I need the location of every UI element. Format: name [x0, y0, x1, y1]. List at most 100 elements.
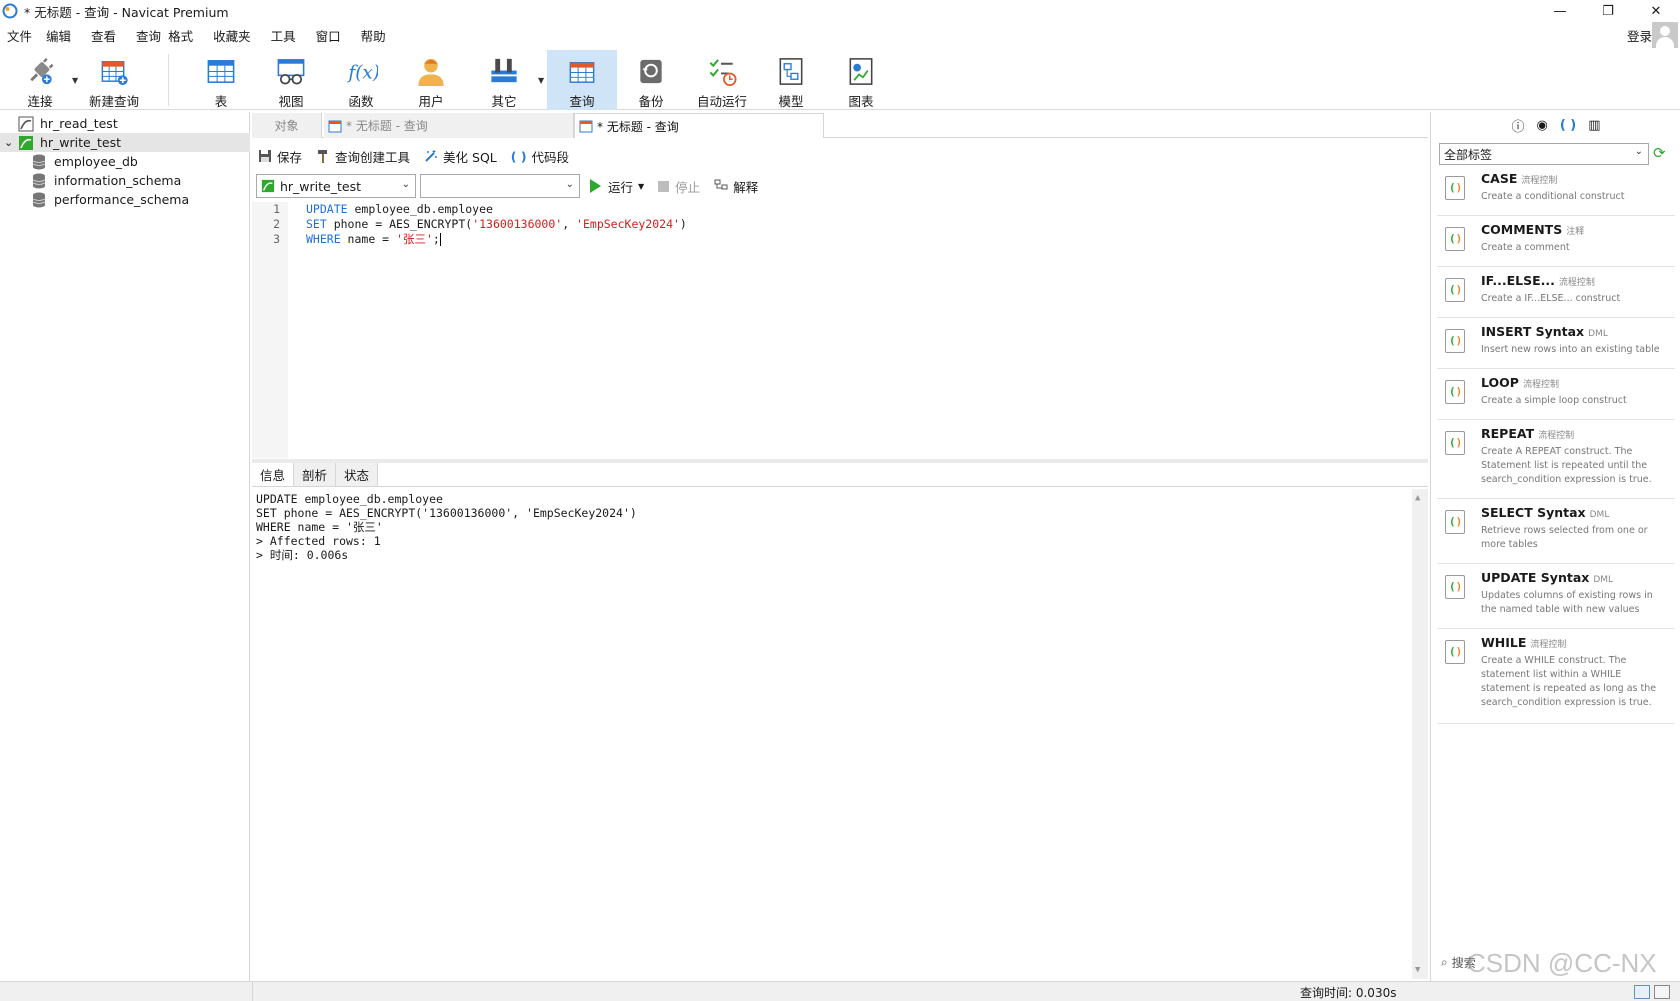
- menu-window[interactable]: 窗口: [309, 26, 348, 45]
- function-button[interactable]: f(x) 函数: [327, 50, 395, 110]
- connect-button[interactable]: 连接: [6, 50, 74, 110]
- run-button[interactable]: 运行 ▼: [590, 177, 644, 196]
- restore-button[interactable]: ❐: [1584, 0, 1632, 22]
- snippet-item[interactable]: () LOOP 流程控制 Create a simple loop constru…: [1437, 372, 1675, 420]
- view-button[interactable]: 视图: [257, 50, 325, 110]
- snippet-item[interactable]: () REPEAT 流程控制 Create A REPEAT construct.…: [1437, 423, 1675, 499]
- snippet-name: LOOP: [1481, 375, 1519, 390]
- stop-icon: [658, 180, 670, 192]
- user-avatar-icon[interactable]: [1652, 22, 1678, 48]
- snippet-item[interactable]: () COMMENTS 注释 Create a comment: [1437, 219, 1675, 267]
- info-icon[interactable]: ⓘ: [1511, 116, 1524, 135]
- query-builder-button[interactable]: 查询创建工具: [316, 147, 410, 166]
- tab-query-2[interactable]: * 无标题 - 查询: [574, 113, 824, 138]
- tab-message[interactable]: 信息: [252, 463, 295, 486]
- connection-hr-read-test[interactable]: hr_read_test: [0, 114, 250, 133]
- svg-text:f(x): f(x): [346, 62, 378, 83]
- backup-button[interactable]: 备份: [617, 50, 685, 110]
- run-label: 运行: [608, 179, 634, 195]
- database-employee-db[interactable]: employee_db: [0, 152, 250, 171]
- single-view-icon[interactable]: [1654, 985, 1670, 999]
- others-dropdown-arrow-icon[interactable]: ▼: [538, 76, 544, 85]
- menu-edit[interactable]: 编辑: [39, 26, 78, 45]
- beautify-sql-button[interactable]: 美化 SQL: [424, 147, 497, 166]
- refresh-icon[interactable]: ⟳: [1653, 144, 1675, 164]
- menu-help[interactable]: 帮助: [354, 26, 393, 45]
- snippet-item[interactable]: () IF...ELSE... 流程控制 Create a IF...ELSE..…: [1437, 270, 1675, 318]
- tab-status[interactable]: 状态: [336, 463, 379, 486]
- tab-profile[interactable]: 剖析: [294, 463, 337, 486]
- close-button[interactable]: ✕: [1632, 0, 1680, 22]
- line-number-gutter: 1 2 3: [252, 202, 288, 458]
- code-snippet-icon[interactable]: ( ): [1560, 118, 1576, 133]
- layout-icon[interactable]: ▥: [1588, 118, 1600, 133]
- scroll-down-icon[interactable]: ▼: [1415, 965, 1420, 975]
- database-label: information_schema: [54, 173, 182, 188]
- snippet-desc: Create a comment: [1481, 242, 1570, 253]
- explain-button[interactable]: 解释: [714, 177, 758, 196]
- menu-query[interactable]: 查询: [129, 26, 168, 45]
- split-view-icon[interactable]: [1634, 985, 1650, 999]
- snippet-item[interactable]: () INSERT Syntax DML Insert new rows into…: [1437, 321, 1675, 369]
- tab-query-1[interactable]: * 无标题 - 查询: [324, 113, 574, 138]
- scroll-up-icon[interactable]: ▲: [1415, 493, 1420, 503]
- function-label: 函数: [348, 94, 374, 109]
- database-icon: [32, 154, 46, 169]
- menu-tools[interactable]: 工具: [264, 26, 303, 45]
- result-line: > 时间: 0.006s: [256, 548, 349, 562]
- snippet-item[interactable]: () UPDATE Syntax DML Updates columns of e…: [1437, 567, 1675, 629]
- chevron-down-icon[interactable]: ⌄: [0, 136, 18, 149]
- sql-code[interactable]: UPDATE employee_db.employee SET phone = …: [306, 202, 687, 247]
- minimize-button[interactable]: —: [1536, 0, 1584, 22]
- sql-text: employee_db.employee: [347, 202, 493, 216]
- tag-filter-select[interactable]: 全部标签 ⌄: [1439, 143, 1649, 165]
- save-button[interactable]: 保存: [258, 147, 302, 166]
- menu-file[interactable]: 文件: [0, 26, 39, 45]
- sql-editor[interactable]: 1 2 3 UPDATE employee_db.employee SET ph…: [252, 202, 1428, 458]
- line-number: 2: [273, 217, 280, 231]
- snippet-tag: 流程控制: [1522, 380, 1559, 390]
- connection-hr-write-test[interactable]: ⌄ hr_write_test: [0, 133, 250, 152]
- snippet-file-icon: (): [1445, 176, 1465, 200]
- database-information-schema[interactable]: information_schema: [0, 171, 250, 190]
- snippet-label: 代码段: [531, 149, 570, 165]
- snippet-item[interactable]: () WHILE 流程控制 Create a WHILE construct. T…: [1437, 632, 1675, 724]
- menu-favorites[interactable]: 收藏夹: [206, 26, 258, 45]
- play-icon: [590, 179, 601, 193]
- snippet-tag: 流程控制: [1521, 176, 1558, 186]
- database-performance-schema[interactable]: performance_schema: [0, 190, 250, 209]
- chart-button[interactable]: 图表: [827, 50, 895, 110]
- vertical-scrollbar[interactable]: ▲ ▼: [1412, 489, 1428, 979]
- connection-label: hr_read_test: [40, 116, 118, 131]
- sql-text: phone = AES_ENCRYPT(: [326, 217, 473, 231]
- user-icon: [418, 58, 444, 87]
- tab-objects[interactable]: 对象: [252, 113, 322, 138]
- new-query-button[interactable]: 新建查询: [82, 50, 146, 110]
- table-button[interactable]: 表: [187, 50, 255, 110]
- snippet-tag: 流程控制: [1538, 431, 1575, 441]
- menu-view[interactable]: 查看: [84, 26, 123, 45]
- snippet-file-icon: (): [1445, 640, 1465, 664]
- query-tab-icon: [328, 120, 342, 132]
- database-icon: [32, 192, 46, 207]
- model-button[interactable]: 模型: [757, 50, 825, 110]
- preview-eye-icon[interactable]: ◉: [1536, 118, 1547, 133]
- database-select[interactable]: ⌄: [420, 174, 580, 198]
- query-selector-row: hr_write_test ⌄ ⌄ 运行 ▼ 停止 解释: [252, 173, 1428, 199]
- query-button[interactable]: 查询: [547, 50, 617, 110]
- stop-button[interactable]: 停止: [658, 177, 700, 196]
- snippet-item[interactable]: () SELECT Syntax DML Retrieve rows select…: [1437, 502, 1675, 564]
- login-link[interactable]: 登录: [1627, 26, 1652, 45]
- user-button[interactable]: 用户: [397, 50, 465, 110]
- chart-label: 图表: [848, 94, 874, 109]
- run-dropdown-arrow-icon[interactable]: ▼: [638, 182, 644, 191]
- connection-select[interactable]: hr_write_test ⌄: [256, 174, 416, 198]
- automation-button[interactable]: 自动运行: [687, 50, 757, 110]
- connect-dropdown-arrow-icon[interactable]: ▼: [72, 76, 78, 85]
- code-snippet-button[interactable]: ( ) 代码段: [511, 147, 569, 166]
- snippet-item[interactable]: () CASE 流程控制 Create a conditional constru…: [1437, 168, 1675, 216]
- automation-icon: [709, 59, 737, 86]
- search-icon: ⌕: [1441, 954, 1448, 969]
- menu-format[interactable]: 格式: [168, 26, 200, 45]
- others-button[interactable]: 其它: [470, 50, 538, 110]
